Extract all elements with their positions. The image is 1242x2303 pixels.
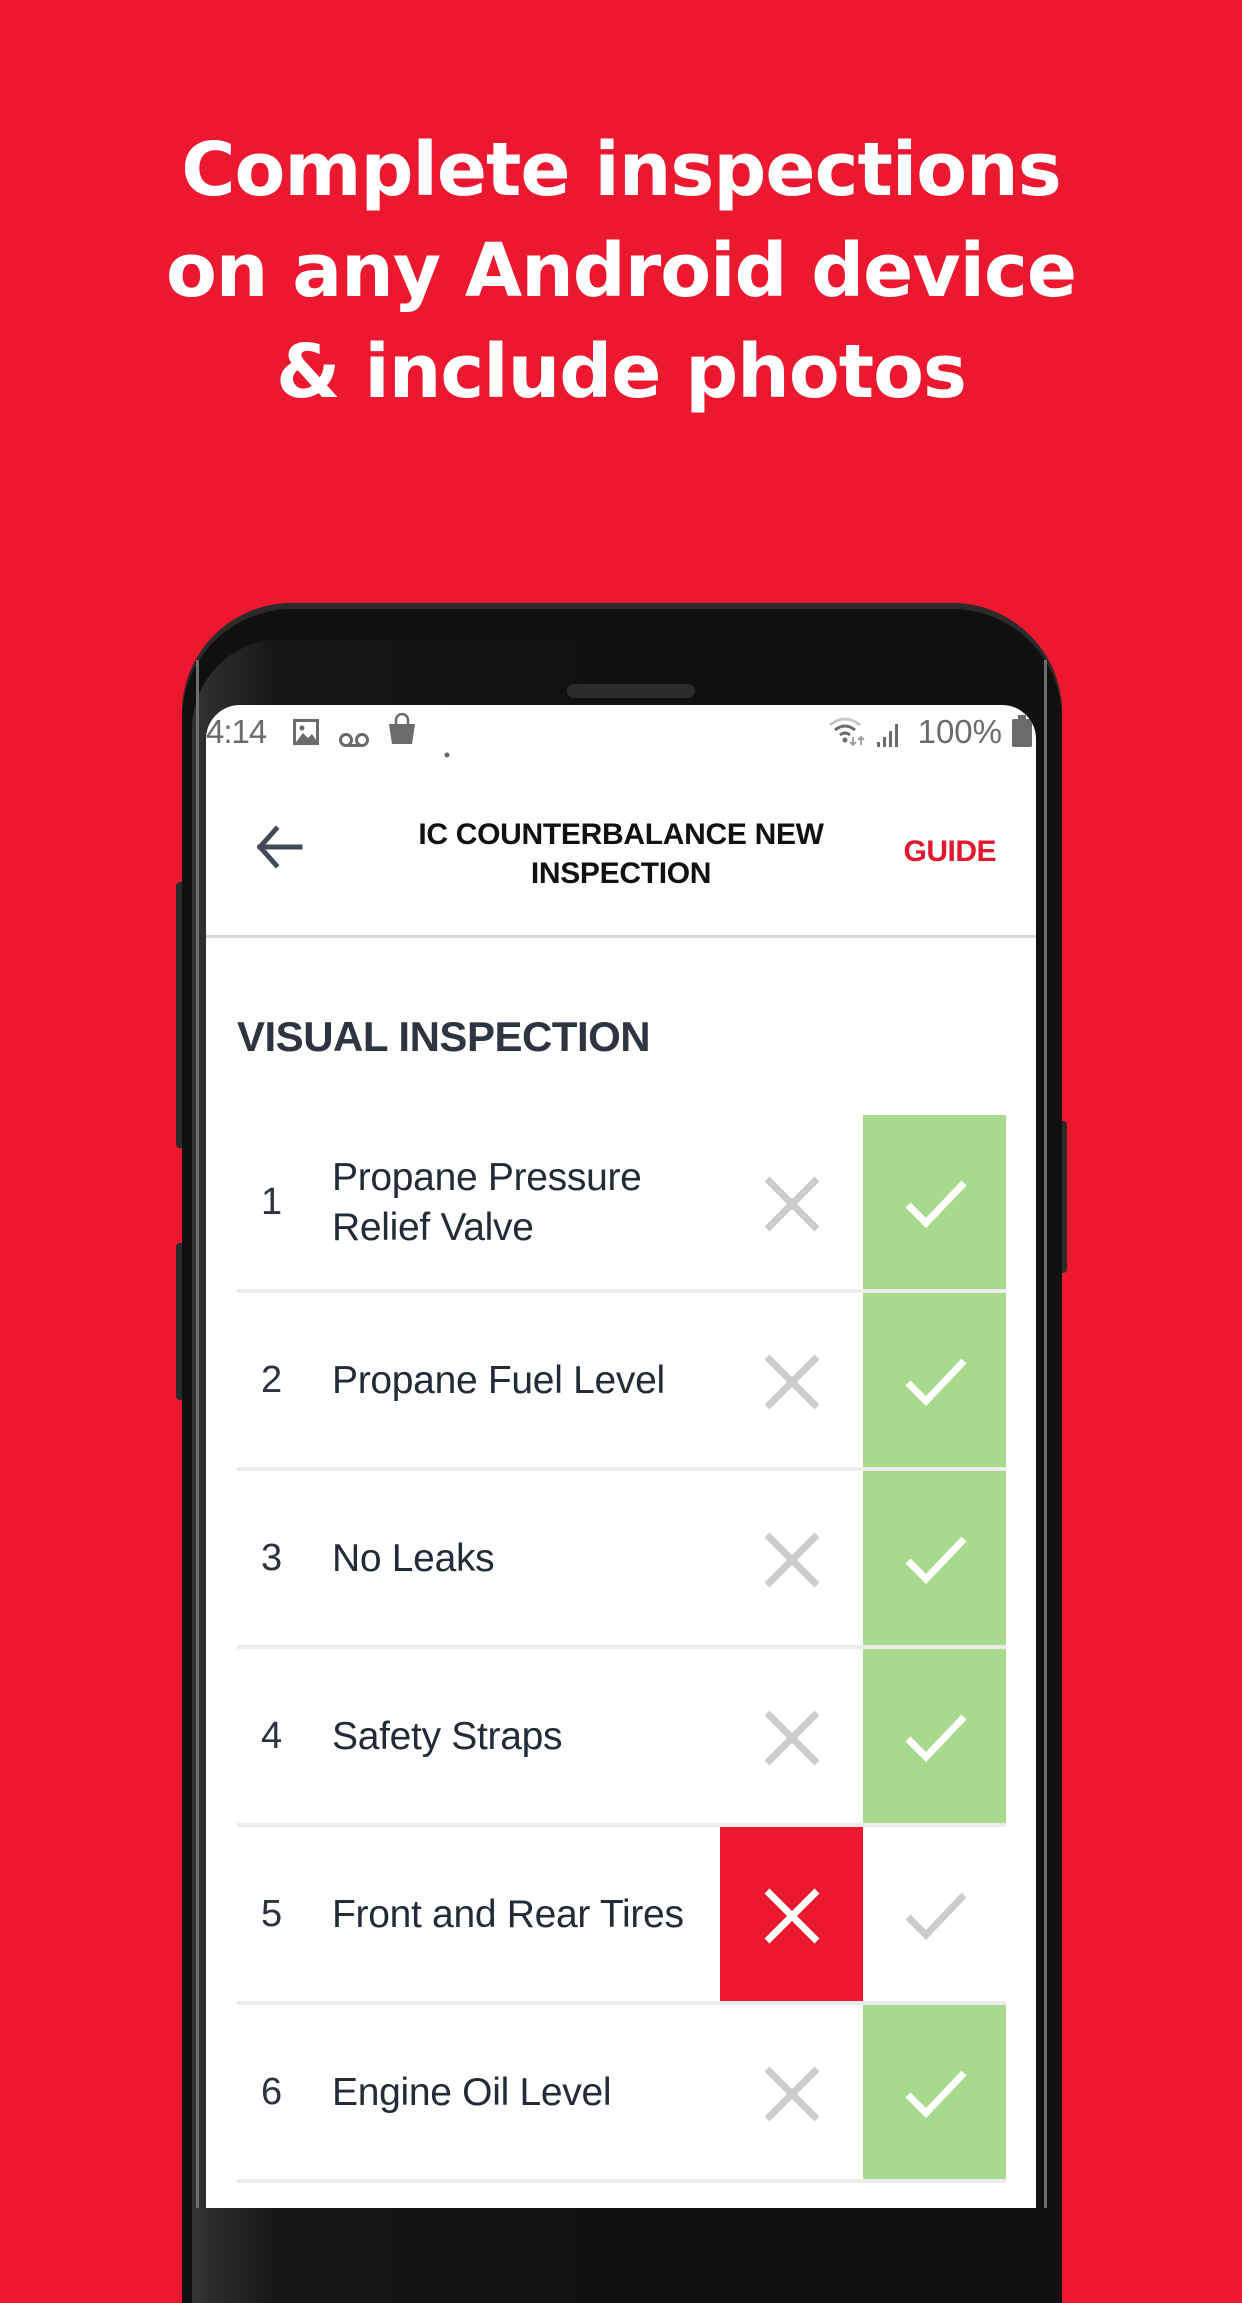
inspection-item: 6 Engine Oil Level [237, 2005, 1006, 2183]
item-number: 6 [261, 2071, 283, 2113]
x-icon [764, 2066, 819, 2122]
app-bar: IC COUNTERBALANCE NEW INSPECTION GUIDE [206, 757, 1036, 938]
status-bar: 4:14 100% [206, 705, 1036, 758]
headline-line-3: & include photos [276, 329, 967, 415]
row-divider [237, 2179, 1006, 2183]
item-label: Safety Straps [332, 1714, 563, 1758]
item-label: Front and Rear Tires [332, 1892, 684, 1936]
item-label: No Leaks [332, 1536, 495, 1580]
guide-button[interactable]: GUIDE [903, 835, 996, 869]
fail-button[interactable] [720, 1293, 863, 1471]
pass-button[interactable] [863, 1293, 1006, 1471]
inspection-item: 2 Propane Fuel Level [237, 1293, 1006, 1471]
x-icon [764, 1354, 819, 1410]
fail-button[interactable] [720, 2005, 863, 2183]
fail-button[interactable] [720, 1827, 863, 2005]
status-time: 4:14 [206, 713, 267, 750]
x-icon [764, 1176, 819, 1232]
pass-button[interactable] [863, 1827, 1006, 2005]
image-icon [292, 717, 320, 754]
inspection-item: 3 No Leaks [237, 1471, 1006, 1649]
page-title-line-2: INSPECTION [530, 857, 712, 890]
item-label: Engine Oil Level [332, 2070, 612, 2114]
checkmark-icon [905, 1180, 967, 1229]
phone-edge-left [196, 660, 199, 2208]
back-button[interactable] [250, 817, 310, 877]
page-title: IC COUNTERBALANCE NEW INSPECTION [376, 815, 866, 893]
fail-button[interactable] [720, 1115, 863, 1293]
fail-button[interactable] [720, 1471, 863, 1649]
section-title: VISUAL INSPECTION [237, 1013, 651, 1060]
pass-button[interactable] [863, 1649, 1006, 1827]
item-number: 1 [261, 1181, 283, 1223]
pass-button[interactable] [863, 2005, 1006, 2183]
arrow-left-icon [256, 825, 303, 869]
checkmark-icon [905, 2070, 967, 2119]
fail-button[interactable] [720, 1649, 863, 1827]
x-icon [764, 1532, 819, 1588]
phone-edge-right [1044, 660, 1047, 2208]
item-number: 5 [261, 1893, 283, 1935]
headline-line-1: Complete inspections [181, 127, 1062, 213]
wifi-icon [828, 715, 868, 755]
voicemail-icon [338, 721, 370, 758]
checkmark-icon [905, 1892, 967, 1941]
item-number: 2 [261, 1359, 283, 1401]
phone-speaker [567, 684, 695, 698]
signal-icon [876, 719, 902, 756]
item-number: 4 [261, 1715, 283, 1757]
headline-line-2: on any Android device [165, 228, 1077, 314]
item-label: Propane Fuel Level [332, 1358, 665, 1402]
checkmark-icon [905, 1536, 967, 1585]
x-icon [764, 1710, 819, 1766]
battery-percentage: 100% [917, 713, 1002, 750]
inspection-list: 1 Propane Pressure Relief Valve 2 Propan… [237, 1115, 1006, 2183]
checkmark-icon [905, 1714, 967, 1763]
item-label: Propane Pressure Relief Valve [332, 1155, 642, 1249]
battery-icon [1012, 715, 1032, 747]
inspection-item: 5 Front and Rear Tires [237, 1827, 1006, 2005]
phone-screen: 4:14 100% IC COUNTERBALANCE NEW INSPECTI… [206, 705, 1036, 2208]
page-title-line-1: IC COUNTERBALANCE NEW [418, 818, 824, 851]
pass-button[interactable] [863, 1471, 1006, 1649]
inspection-item: 4 Safety Straps [237, 1649, 1006, 1827]
inspection-item: 1 Propane Pressure Relief Valve [237, 1115, 1006, 1293]
item-number: 3 [261, 1537, 283, 1579]
shopping-bag-icon [388, 712, 416, 753]
pass-button[interactable] [863, 1115, 1006, 1293]
promo-headline: Complete inspections on any Android devi… [0, 120, 1242, 423]
x-icon [764, 1888, 819, 1944]
checkmark-icon [905, 1358, 967, 1407]
